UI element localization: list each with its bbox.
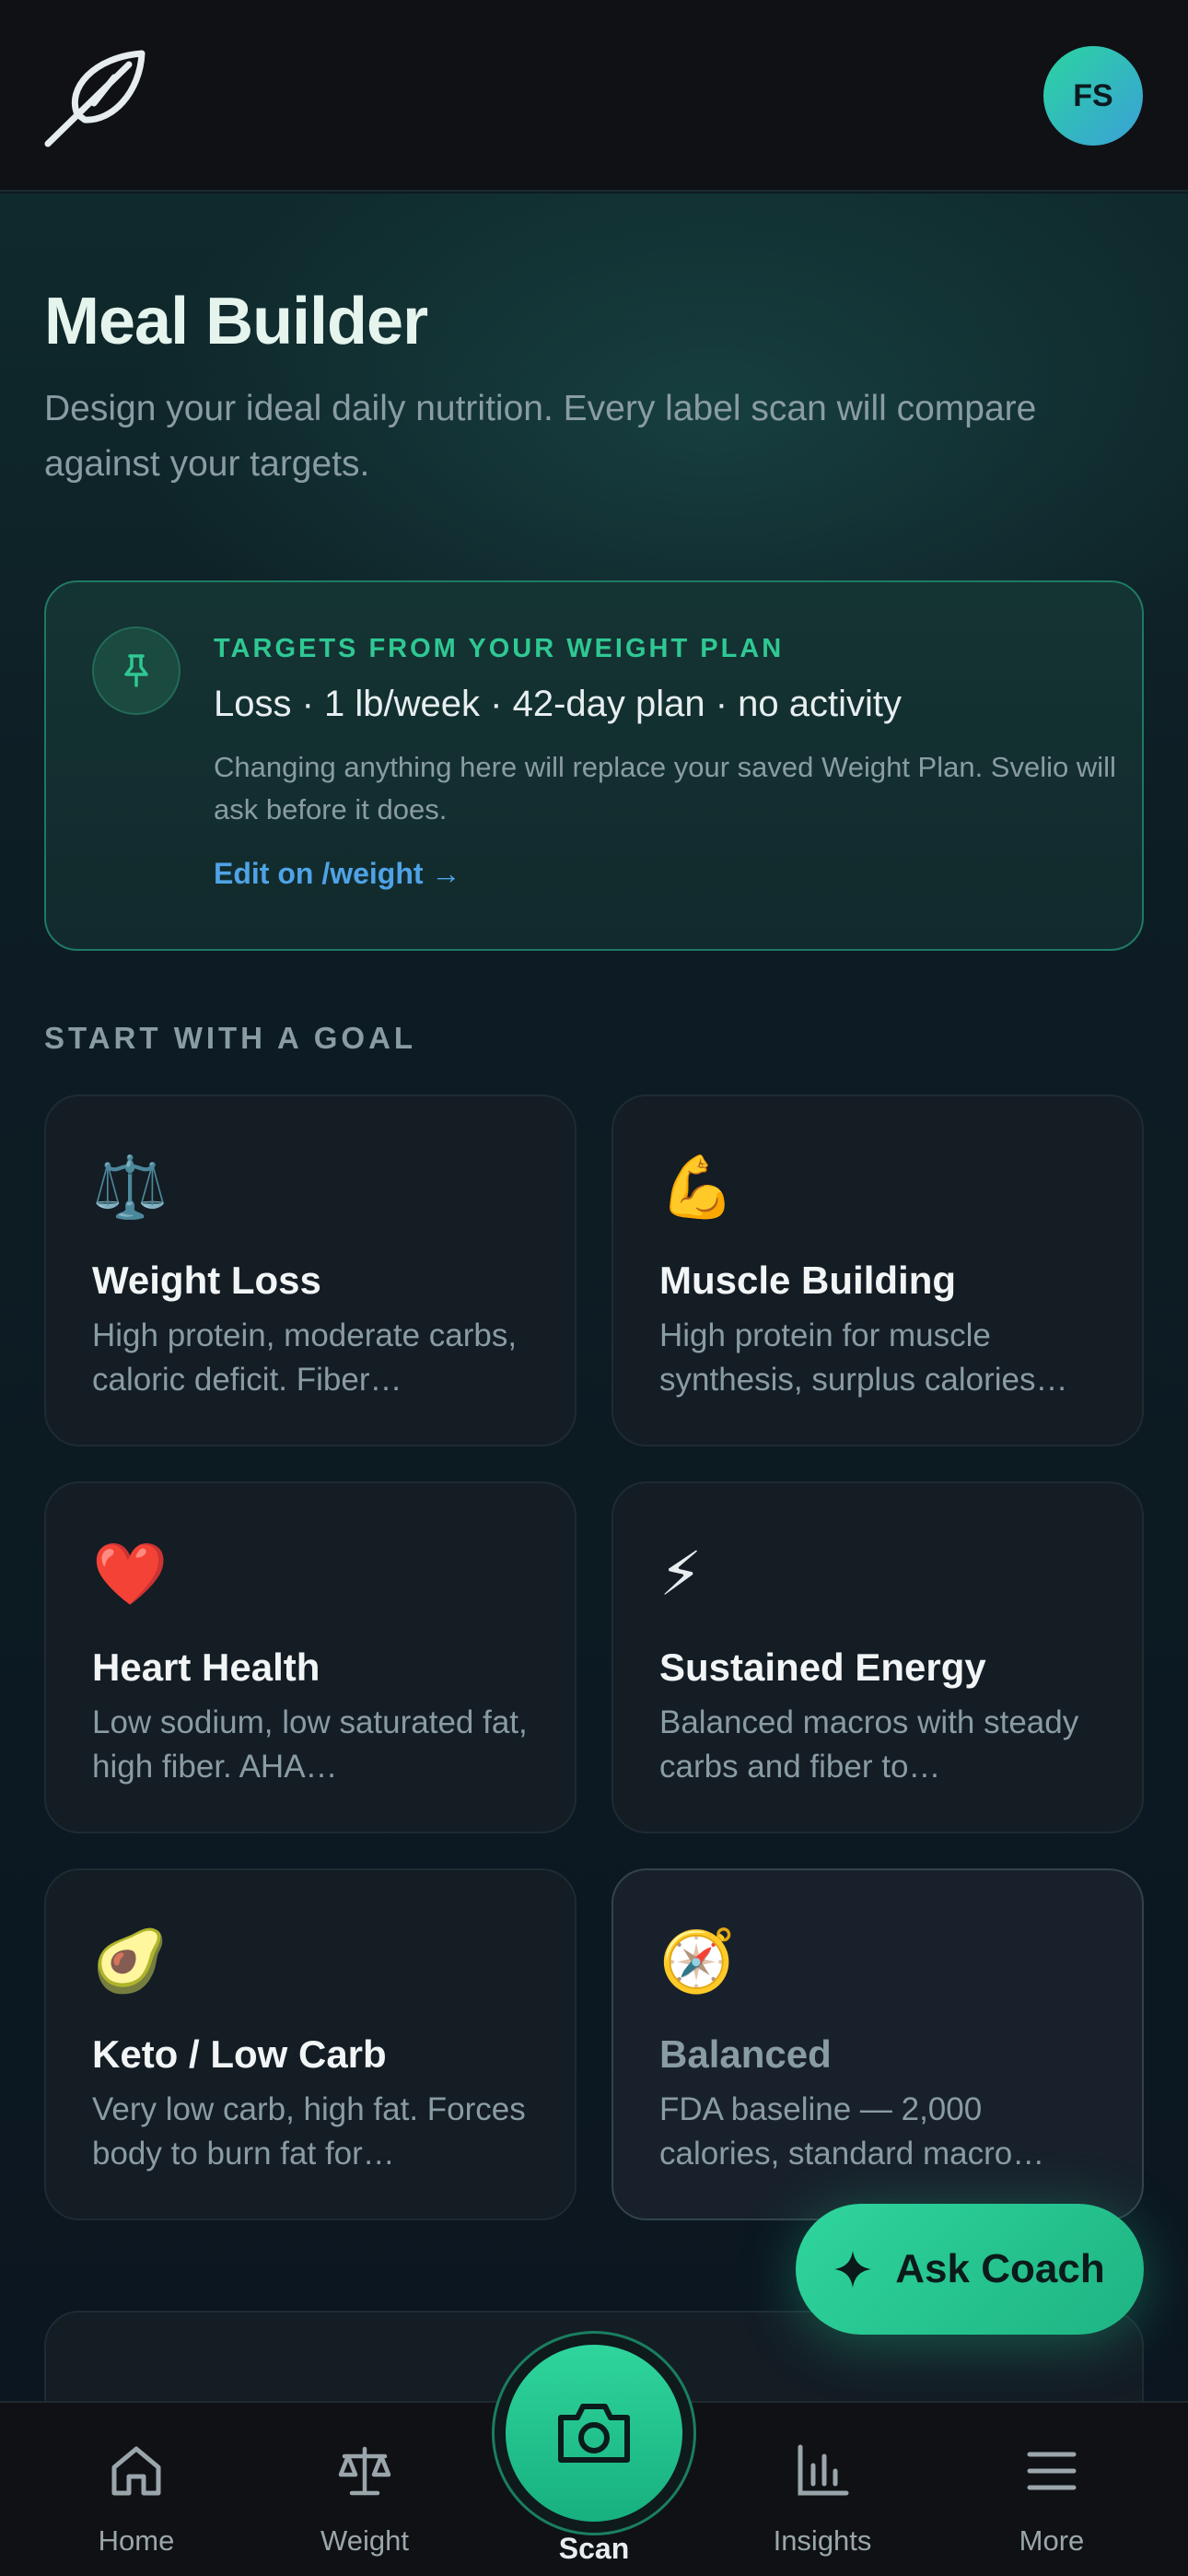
menu-icon <box>1027 2452 1077 2490</box>
goal-description: Low sodium, low saturated fat, high fibe… <box>92 1704 528 1785</box>
scan-button[interactable] <box>506 2345 682 2522</box>
goal-card-balanced[interactable]: 🧭 Balanced FDA baseline — 2,000 calories… <box>611 1868 1144 2220</box>
ask-coach-button[interactable]: Ask Coach <box>796 2204 1144 2335</box>
goal-description: High protein, moderate carbs, caloric de… <box>92 1317 518 1398</box>
goal-card-muscle-building[interactable]: 💪 Muscle Building High protein for muscl… <box>611 1095 1144 1446</box>
goal-title: Heart Health <box>92 1645 320 1689</box>
goals-section-label: START WITH A GOAL <box>44 1021 417 1055</box>
nav-home-label: Home <box>98 2524 175 2557</box>
avocado-emoji-icon: 🥑 <box>92 1926 169 1995</box>
goal-title: Muscle Building <box>659 1259 957 1302</box>
scale-emoji-icon: ⚖️ <box>92 1153 169 1221</box>
goal-description: Balanced macros with steady carbs and fi… <box>659 1704 1079 1785</box>
goal-description: Very low carb, high fat. Forces body to … <box>92 2091 526 2172</box>
nav-more[interactable]: More <box>960 2403 1144 2576</box>
goal-title: Keto / Low Carb <box>92 2032 387 2076</box>
goal-card-keto-low-carb[interactable]: 🥑 Keto / Low Carb Very low carb, high fa… <box>44 1868 577 2220</box>
pin-icon <box>92 626 181 715</box>
leaf-logo-icon[interactable] <box>41 41 155 151</box>
nav-insights-label: Insights <box>773 2524 872 2557</box>
nav-home[interactable]: Home <box>44 2403 228 2576</box>
nav-weight-label: Weight <box>320 2524 409 2557</box>
page-title: Meal Builder <box>44 285 428 358</box>
goal-card-heart-health[interactable]: ❤️ Heart Health Low sodium, low saturate… <box>44 1481 577 1833</box>
targets-eyebrow: TARGETS FROM YOUR WEIGHT PLAN <box>214 634 785 663</box>
top-app-bar: FS <box>0 0 1188 192</box>
plan-summary: Loss · 1 lb/week · 42-day plan · no acti… <box>214 684 903 724</box>
home-icon <box>111 2446 161 2496</box>
goal-description: FDA baseline — 2,000 calories, standard … <box>659 2091 1045 2172</box>
goal-title: Balanced <box>659 2032 832 2076</box>
flexed-biceps-emoji-icon: 💪 <box>659 1153 736 1221</box>
sparkle-icon <box>834 2251 872 2288</box>
goal-description: High protein for muscle synthesis, surpl… <box>659 1317 1068 1398</box>
avatar[interactable]: FS <box>1043 46 1143 146</box>
nav-insights[interactable]: Insights <box>730 2403 914 2576</box>
goal-card-sustained-energy[interactable]: ⚡ Sustained Energy Balanced macros with … <box>611 1481 1144 1833</box>
plan-warning-text: Changing anything here will replace your… <box>214 751 1116 825</box>
weight-plan-targets-card: TARGETS FROM YOUR WEIGHT PLAN Loss · 1 l… <box>44 580 1144 951</box>
nav-scan-label: Scan <box>558 2532 630 2565</box>
goal-title: Weight Loss <box>92 1259 321 1302</box>
scale-icon <box>338 2446 391 2496</box>
lightning-emoji-icon: ⚡ <box>659 1540 703 1608</box>
camera-icon <box>558 2404 630 2463</box>
page-subtitle: Design your ideal daily nutrition. Every… <box>44 389 1037 484</box>
goal-title: Sustained Energy <box>659 1645 986 1689</box>
bar-chart-icon <box>798 2444 849 2496</box>
compass-emoji-icon: 🧭 <box>659 1926 736 1995</box>
nav-weight[interactable]: Weight <box>273 2403 457 2576</box>
ask-coach-label: Ask Coach <box>895 2246 1105 2291</box>
nav-more-label: More <box>1019 2524 1085 2557</box>
heart-emoji-icon: ❤️ <box>92 1540 169 1608</box>
goal-card-weight-loss[interactable]: ⚖️ Weight Loss High protein, moderate ca… <box>44 1095 577 1446</box>
edit-weight-plan-link[interactable]: Edit on /weight → <box>214 857 460 891</box>
